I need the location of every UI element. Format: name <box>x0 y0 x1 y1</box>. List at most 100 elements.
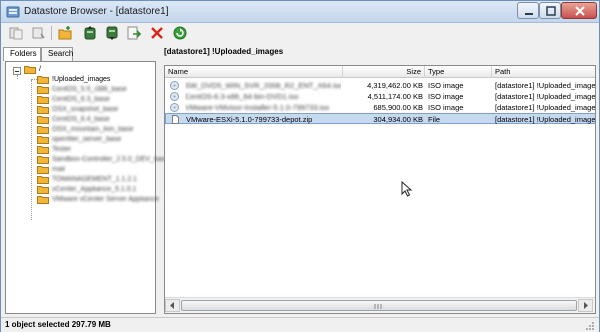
title-bar[interactable]: Datastore Browser - [datastore1] <box>1 1 599 23</box>
tree-item[interactable]: OSX_snapshot_base <box>24 105 154 115</box>
window-title: Datastore Browser - [datastore1] <box>24 6 169 17</box>
tree-item-label: Tester <box>52 146 72 153</box>
tree-item-label: OSX_mountain_lion_base <box>52 126 134 133</box>
column-header-type[interactable]: Type <box>425 66 492 78</box>
minimize-icon <box>525 13 533 15</box>
folder-icon <box>37 126 49 134</box>
move-file-button[interactable] <box>125 25 143 41</box>
horizontal-scrollbar[interactable] <box>165 297 595 313</box>
row-path: [datastore1] !Uploaded_image <box>495 115 596 124</box>
refresh-icon <box>173 26 187 40</box>
minimize-button[interactable] <box>517 2 539 19</box>
delete-icon <box>151 27 163 39</box>
folder-icon <box>37 106 49 114</box>
row-name-cell: CentOS-6.3-x86_64-bin-DVD1.iso <box>185 91 341 102</box>
folder-icon <box>37 116 49 124</box>
row-size: 4,319,462.00 KB <box>367 81 423 90</box>
table-row-selected[interactable]: VMware-ESXi-5.1.0-799733-depot.zip 304,9… <box>165 113 596 124</box>
tree-item[interactable]: CentOS_5.5_i386_base <box>24 85 154 95</box>
row-type: ISO image <box>428 81 464 90</box>
tree-item-label: CentOS_6.4_base <box>52 116 110 123</box>
close-button[interactable] <box>561 2 597 19</box>
row-path: [datastore1] !Uploaded_image <box>495 81 596 90</box>
toolbar <box>1 23 599 43</box>
datastore-app-icon <box>6 5 20 19</box>
folder-open-icon <box>37 76 49 84</box>
file-list: Name Size Type Path SW_DVD5_WIN_SVR_2008… <box>164 65 596 314</box>
row-size: 685,900.00 KB <box>373 103 423 112</box>
tree-item-label: !Uploaded_images <box>52 76 111 83</box>
folder-icon <box>37 196 49 204</box>
tree-item-label: VMware vCenter Server Appliance <box>52 196 159 203</box>
download-button[interactable] <box>103 25 121 41</box>
row-type: File <box>428 115 441 124</box>
delete-button[interactable] <box>148 25 166 41</box>
status-bar: 1 object selected 297.79 MB <box>1 317 599 332</box>
maximize-icon <box>546 6 556 16</box>
tree-root-label: / <box>39 66 41 73</box>
tree-item-label: OSX_snapshot_base <box>52 106 119 113</box>
browse-forward-button[interactable] <box>29 25 47 41</box>
folder-icon <box>37 86 49 94</box>
close-icon <box>575 6 585 16</box>
download-icon <box>106 26 118 40</box>
scrollbar-thumb[interactable] <box>181 300 577 311</box>
pane-splitter[interactable] <box>158 61 162 314</box>
new-folder-icon <box>58 26 72 40</box>
row-name: VMware-ESXi-5.1.0-799733-depot.zip <box>186 115 313 124</box>
row-name-cell: VMware-VMvisor-Installer-5.1.0-799733.is… <box>185 102 341 113</box>
tree-item[interactable]: vCenter_Appliance_5.1.0.1 <box>24 185 154 195</box>
tree-item[interactable]: Tester <box>24 145 154 155</box>
tree-collapse-toggle[interactable] <box>13 67 21 75</box>
folder-icon <box>37 146 49 154</box>
column-header-name[interactable]: Name <box>165 66 343 78</box>
tree-item[interactable]: Sandbox-Controller_2.5.0_DEV_base <box>24 155 169 165</box>
scroll-left-button[interactable] <box>165 299 180 312</box>
column-header-path[interactable]: Path <box>492 66 595 78</box>
tree-item[interactable]: openfiler_server_base <box>24 135 154 145</box>
tree-item-uploaded-images[interactable]: !Uploaded_images <box>24 75 154 85</box>
folder-icon <box>37 166 49 174</box>
toolbar-separator <box>51 26 52 40</box>
folder-icon <box>37 96 49 104</box>
tree-item-label: mail <box>52 166 65 173</box>
column-header-size[interactable]: Size <box>343 66 425 78</box>
tree-item[interactable]: CentOS_6.3_base <box>24 95 154 105</box>
row-type: ISO image <box>428 103 464 112</box>
tree-item[interactable]: TOMANAGEMENT_1.1.2.1 <box>24 175 154 185</box>
upload-button[interactable] <box>81 25 99 41</box>
table-row[interactable]: CentOS-6.3-x86_64-bin-DVD1.iso 4,511,174… <box>165 91 595 102</box>
file-icon <box>172 115 179 124</box>
resize-grip-icon[interactable] <box>585 321 595 331</box>
tree-item-label: openfiler_server_base <box>52 136 122 143</box>
row-name: VMware-VMvisor-Installer-5.1.0-799733.is… <box>185 103 330 112</box>
scroll-right-button[interactable] <box>578 299 593 312</box>
tree-item[interactable]: OSX_mountain_lion_base <box>24 125 154 135</box>
tree-item[interactable]: mail <box>24 165 154 175</box>
folder-tree: / !Uploaded_images CentOS_5.5_i386_base … <box>5 61 169 314</box>
row-type: ISO image <box>428 92 464 101</box>
table-header: Name Size Type Path <box>165 66 595 78</box>
folder-icon <box>37 136 49 144</box>
iso-file-icon <box>170 103 179 112</box>
tab-search[interactable]: Search <box>41 47 73 61</box>
table-row[interactable]: VMware-VMvisor-Installer-5.1.0-799733.is… <box>165 102 595 113</box>
browse-forward-icon <box>32 27 45 39</box>
maximize-button[interactable] <box>539 2 561 19</box>
current-path: [datastore1] !Uploaded_images <box>164 47 284 56</box>
tab-folders[interactable]: Folders <box>3 47 41 61</box>
row-name: SW_DVD5_WIN_SVR_2008_R2_ENT_X64.iso <box>185 81 341 90</box>
tree-item-label: vCenter_Appliance_5.1.0.1 <box>52 186 137 193</box>
arrow-left-icon <box>170 302 174 309</box>
datastore-browser-window: Datastore Browser - [datastore1] Folders… <box>0 0 600 332</box>
tree-item[interactable]: VMware vCenter Server Appliance <box>24 195 159 205</box>
tree-item[interactable]: CentOS_6.4_base <box>24 115 154 125</box>
upload-icon <box>84 26 96 40</box>
iso-file-icon <box>170 81 179 90</box>
browse-back-button[interactable] <box>7 25 25 41</box>
mouse-cursor-icon <box>401 181 413 197</box>
table-row[interactable]: SW_DVD5_WIN_SVR_2008_R2_ENT_X64.iso 4,31… <box>165 80 596 91</box>
refresh-button[interactable] <box>171 25 189 41</box>
row-size: 4,511,174.00 KB <box>367 92 423 101</box>
new-folder-button[interactable] <box>56 25 74 41</box>
